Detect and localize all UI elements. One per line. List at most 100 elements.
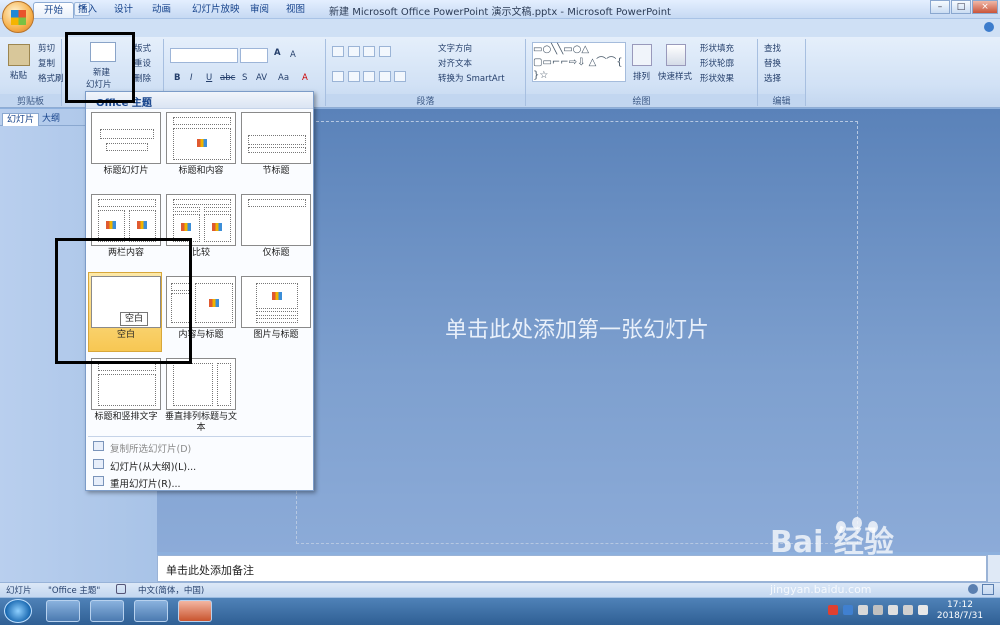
status-language: 中文(简体，中国) [138,586,205,596]
fit-to-window-icon[interactable] [982,584,994,595]
menu-item-reuse-slides[interactable]: 重用幻灯片(R)... [88,473,311,490]
tab-insert[interactable]: 插入 [68,2,107,18]
smartart-button[interactable]: 转换为 SmartArt [438,72,505,84]
find-button[interactable]: 查找 [764,42,781,54]
layout-label-vertical-title-text: 垂直排列标题与文本 [164,412,237,433]
select-button[interactable]: 选择 [764,72,781,84]
shape-outline-button[interactable]: 形状轮廓 [700,57,734,69]
align-icons[interactable] [332,71,406,85]
menu-divider [88,436,311,437]
layout-thumb-title-content[interactable] [166,112,236,164]
reuse-icon [93,476,104,486]
watermark-url: jingyan.baidu.com [770,583,872,596]
explorer-taskbar-icon[interactable] [46,600,80,622]
paste-label[interactable]: 粘贴 [10,69,27,81]
word-taskbar-icon[interactable] [134,600,168,622]
layout-thumb-title-vertical[interactable] [91,358,161,410]
shadow-button[interactable]: S [242,73,247,83]
paragraph-group-label: 段落 [326,94,525,107]
notes-scrollbar[interactable] [987,555,1000,582]
highlight-new-slide [65,32,135,103]
tray-network-icon[interactable] [903,605,913,615]
grow-font-button[interactable]: A [274,48,281,58]
layout-label-title-vertical: 标题和竖排文字 [94,412,158,422]
shapes-gallery[interactable]: ▭○╲╲▭○△ ▢▭⌐⌐⇨⇩ △⌒⌒{ }☆ [532,42,626,82]
tray-settings-icon[interactable] [873,605,883,615]
font-color-button[interactable]: A [302,73,308,83]
app-taskbar-icon[interactable] [90,600,124,622]
drawing-group-label: 绘图 [526,94,757,107]
tab-animation[interactable]: 动画 [142,2,181,18]
font-name-field[interactable] [170,48,238,63]
zoom-in-icon[interactable] [968,584,978,594]
layout-thumb-section[interactable] [241,112,311,164]
quick-styles-icon[interactable] [666,44,686,66]
tab-outline[interactable]: 大纲 [38,113,64,126]
minimize-button[interactable]: – [930,0,950,14]
align-text-button[interactable]: 对齐文本 [438,57,472,69]
tray-app-icon[interactable] [828,605,838,615]
layout-thumb-vertical-title-text[interactable] [166,358,236,410]
shape-fill-button[interactable]: 形状填充 [700,42,734,54]
arrange-button[interactable]: 排列 [633,70,650,82]
menu-item-slides-from-outline[interactable]: 幻灯片(从大纲)(L)... [88,456,311,473]
bold-button[interactable]: B [174,73,180,83]
spellcheck-icon[interactable] [116,584,126,594]
strikethrough-button[interactable]: abc [220,73,235,83]
tab-review[interactable]: 审阅 [240,2,279,18]
tray-keyboard-icon[interactable] [858,605,868,615]
layout-label-title-content: 标题和内容 [178,166,224,176]
start-button[interactable] [4,599,32,623]
font-size-field[interactable] [240,48,268,63]
reset-button[interactable]: 重设 [134,57,151,69]
shrink-font-button[interactable]: A [290,50,296,60]
cut-button[interactable]: 剪切 [38,42,55,54]
layout-label-title: 标题幻灯片 [103,166,149,176]
slide-placeholder-text[interactable]: 单击此处添加第一张幻灯片 [296,312,858,344]
italic-button[interactable]: I [190,73,193,83]
char-spacing-button[interactable]: AV [256,73,267,83]
close-button[interactable]: × [972,0,998,14]
delete-button[interactable]: 删除 [134,72,151,84]
layout-button[interactable]: 版式 [134,42,151,54]
tab-slides[interactable]: 幻灯片 [2,113,40,126]
menu-item-label: 重用幻灯片(R)... [110,479,181,490]
format-painter-button[interactable]: 格式刷 [38,72,64,84]
layout-thumb-picture-caption[interactable] [241,276,311,328]
ribbon-tabs [0,19,1000,37]
layout-thumb-title[interactable] [91,112,161,164]
status-slide: 幻灯片 [6,586,32,596]
tray-flag-icon[interactable] [888,605,898,615]
clipboard-group-label: 剪贴板 [0,94,61,107]
highlight-blank-layout [55,238,192,364]
underline-button[interactable]: U [206,73,212,83]
tab-view[interactable]: 视图 [276,2,315,18]
replace-button[interactable]: 替换 [764,57,781,69]
editing-group-label: 编辑 [758,94,805,107]
bullets-icon[interactable] [332,46,391,60]
text-direction-button[interactable]: 文字方向 [438,42,472,54]
shape-effects-button[interactable]: 形状效果 [700,72,734,84]
duplicate-icon [93,441,104,451]
tab-design[interactable]: 设计 [104,2,143,18]
menu-item-duplicate-slides[interactable]: 复制所选幻灯片(D) [88,438,311,455]
watermark-logo: Bai 经验 [770,525,894,560]
copy-button[interactable]: 复制 [38,57,55,69]
quick-styles-button[interactable]: 快速样式 [658,70,692,82]
office-button[interactable] [2,1,34,33]
tray-volume-icon[interactable] [918,605,928,615]
clock-time: 17:12 [947,600,973,610]
help-icon[interactable] [984,22,994,32]
powerpoint-taskbar-icon[interactable] [178,600,212,622]
layout-label-title-only: 仅标题 [262,248,290,258]
menu-item-label: 幻灯片(从大纲)(L)... [110,462,197,473]
taskbar-clock[interactable]: 17:12 2018/7/31 [935,600,985,622]
tray-help-icon[interactable] [843,605,853,615]
paste-icon[interactable] [8,44,30,66]
layout-thumb-title-only[interactable] [241,194,311,246]
clock-date: 2018/7/31 [936,611,984,621]
maximize-button[interactable]: □ [951,0,971,14]
layout-label-section: 节标题 [262,166,290,176]
arrange-icon[interactable] [632,44,652,66]
change-case-button[interactable]: Aa [278,73,289,83]
